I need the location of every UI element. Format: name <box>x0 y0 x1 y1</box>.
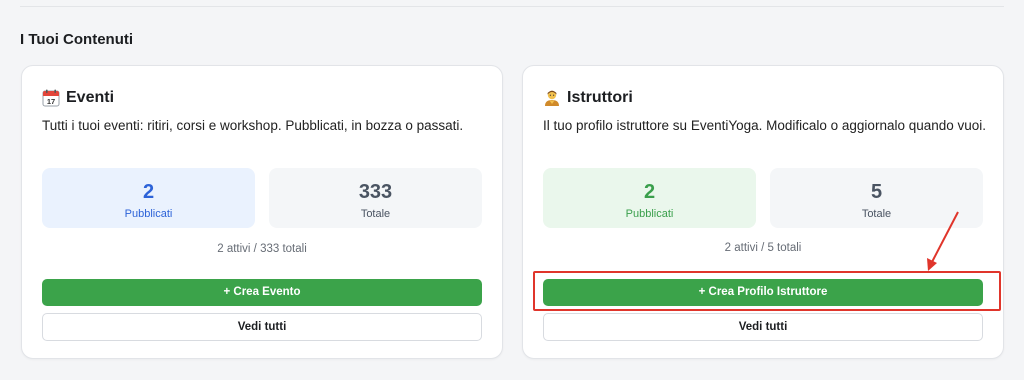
instructors-card-title: Istruttori <box>567 89 633 106</box>
yoga-teacher-icon <box>543 89 561 107</box>
events-card-header: 17 Eventi <box>42 89 114 107</box>
svg-text:17: 17 <box>47 97 55 106</box>
instructors-published-stat: 2 Pubblicati <box>543 168 756 228</box>
create-instructor-profile-button[interactable]: + Crea Profilo Istruttore <box>543 279 983 306</box>
instructors-card-description: Il tuo profilo istruttore su EventiYoga.… <box>543 118 987 133</box>
instructors-total-count: 5 <box>870 181 883 203</box>
events-summary: 2 attivi / 333 totali <box>217 243 307 255</box>
events-published-stat: 2 Pubblicati <box>42 168 255 228</box>
events-total-stat: 333 Totale <box>269 168 482 228</box>
instructors-card: Istruttori Il tuo profilo istruttore su … <box>522 65 1004 359</box>
events-view-all-button[interactable]: Vedi tutti <box>42 313 482 341</box>
events-card-description: Tutti i tuoi eventi: ritiri, corsi e wor… <box>42 118 464 133</box>
instructors-summary: 2 attivi / 5 totali <box>724 242 802 254</box>
calendar-icon: 17 <box>42 89 60 107</box>
events-total-label: Totale <box>360 208 391 220</box>
instructors-published-count: 2 <box>643 181 656 203</box>
instructors-total-stat: 5 Totale <box>770 168 983 228</box>
create-event-button[interactable]: + Crea Evento <box>42 279 482 306</box>
events-card-title: Eventi <box>66 89 115 106</box>
events-published-label: Pubblicati <box>124 208 173 220</box>
events-published-count: 2 <box>142 181 155 203</box>
events-card: 17 Eventi Tutti i tuoi eventi: ritiri, c… <box>21 65 503 359</box>
instructors-total-label: Totale <box>861 208 892 220</box>
top-divider <box>20 6 1004 7</box>
section-title: I Tuoi Contenuti <box>20 31 134 48</box>
instructors-published-label: Pubblicati <box>625 208 674 220</box>
events-total-count: 333 <box>358 181 393 203</box>
instructors-view-all-button[interactable]: Vedi tutti <box>543 313 983 341</box>
instructors-card-header: Istruttori <box>543 89 633 107</box>
